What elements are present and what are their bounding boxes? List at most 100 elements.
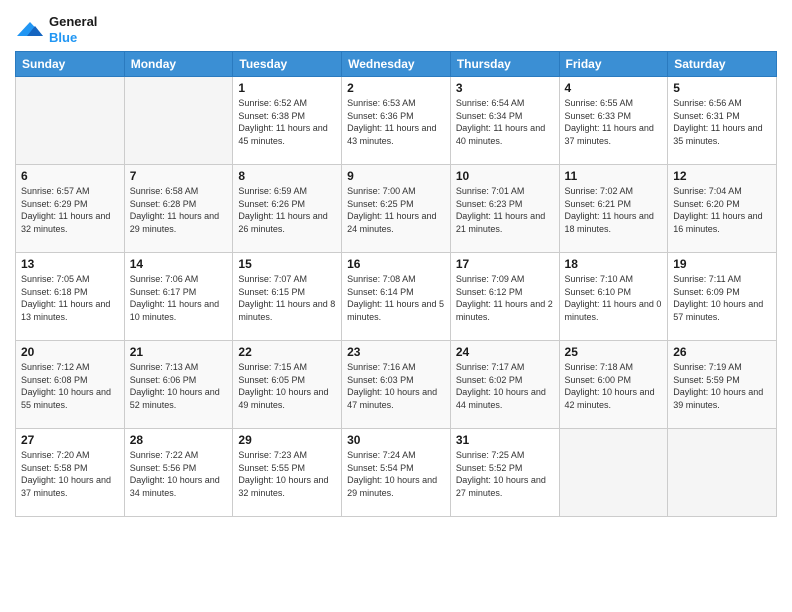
day-number: 3 bbox=[456, 81, 554, 95]
day-number: 28 bbox=[130, 433, 228, 447]
calendar-cell: 3 Sunrise: 6:54 AMSunset: 6:34 PMDaylight… bbox=[450, 77, 559, 165]
day-info: Sunrise: 7:11 AMSunset: 6:09 PMDaylight:… bbox=[673, 273, 771, 323]
calendar-week-4: 20 Sunrise: 7:12 AMSunset: 6:08 PMDayligh… bbox=[16, 341, 777, 429]
day-info: Sunrise: 7:10 AMSunset: 6:10 PMDaylight:… bbox=[565, 273, 663, 323]
calendar-cell: 18 Sunrise: 7:10 AMSunset: 6:10 PMDayligh… bbox=[559, 253, 668, 341]
calendar-cell: 19Sunrise: 7:11 AMSunset: 6:09 PMDayligh… bbox=[668, 253, 777, 341]
day-info: Sunrise: 7:02 AMSunset: 6:21 PMDaylight:… bbox=[565, 185, 663, 235]
calendar-cell bbox=[668, 429, 777, 517]
logo-text: General Blue bbox=[49, 14, 97, 45]
day-number: 21 bbox=[130, 345, 228, 359]
day-number: 30 bbox=[347, 433, 445, 447]
day-info: Sunrise: 7:07 AMSunset: 6:15 PMDaylight:… bbox=[238, 273, 336, 323]
day-info: Sunrise: 6:54 AMSunset: 6:34 PMDaylight:… bbox=[456, 97, 554, 147]
day-info: Sunrise: 6:57 AMSunset: 6:29 PMDaylight:… bbox=[21, 185, 119, 235]
calendar-cell: 30 Sunrise: 7:24 AMSunset: 5:54 PMDayligh… bbox=[342, 429, 451, 517]
calendar-week-3: 13 Sunrise: 7:05 AMSunset: 6:18 PMDayligh… bbox=[16, 253, 777, 341]
day-number: 15 bbox=[238, 257, 336, 271]
day-info: Sunrise: 7:16 AMSunset: 6:03 PMDaylight:… bbox=[347, 361, 445, 411]
logo: General Blue bbox=[15, 14, 97, 45]
day-info: Sunrise: 7:15 AMSunset: 6:05 PMDaylight:… bbox=[238, 361, 336, 411]
day-number: 5 bbox=[673, 81, 771, 95]
day-number: 23 bbox=[347, 345, 445, 359]
calendar-cell: 17 Sunrise: 7:09 AMSunset: 6:12 PMDayligh… bbox=[450, 253, 559, 341]
calendar-cell: 5 Sunrise: 6:56 AMSunset: 6:31 PMDaylight… bbox=[668, 77, 777, 165]
day-info: Sunrise: 7:19 AMSunset: 5:59 PMDaylight:… bbox=[673, 361, 771, 411]
weekday-header-saturday: Saturday bbox=[668, 52, 777, 77]
calendar-week-5: 27Sunrise: 7:20 AMSunset: 5:58 PMDayligh… bbox=[16, 429, 777, 517]
calendar-cell: 6Sunrise: 6:57 AMSunset: 6:29 PMDaylight… bbox=[16, 165, 125, 253]
weekday-header-thursday: Thursday bbox=[450, 52, 559, 77]
day-number: 10 bbox=[456, 169, 554, 183]
day-info: Sunrise: 7:04 AMSunset: 6:20 PMDaylight:… bbox=[673, 185, 771, 235]
calendar-cell: 21 Sunrise: 7:13 AMSunset: 6:06 PMDayligh… bbox=[124, 341, 233, 429]
day-number: 11 bbox=[565, 169, 663, 183]
day-info: Sunrise: 6:53 AMSunset: 6:36 PMDaylight:… bbox=[347, 97, 445, 147]
day-number: 8 bbox=[238, 169, 336, 183]
day-number: 29 bbox=[238, 433, 336, 447]
calendar-week-1: 1 Sunrise: 6:52 AMSunset: 6:38 PMDaylight… bbox=[16, 77, 777, 165]
calendar-week-2: 6Sunrise: 6:57 AMSunset: 6:29 PMDaylight… bbox=[16, 165, 777, 253]
day-info: Sunrise: 6:58 AMSunset: 6:28 PMDaylight:… bbox=[130, 185, 228, 235]
calendar-table: SundayMondayTuesdayWednesdayThursdayFrid… bbox=[15, 51, 777, 517]
day-number: 4 bbox=[565, 81, 663, 95]
day-number: 18 bbox=[565, 257, 663, 271]
weekday-header-row: SundayMondayTuesdayWednesdayThursdayFrid… bbox=[16, 52, 777, 77]
calendar-cell: 12 Sunrise: 7:04 AMSunset: 6:20 PMDayligh… bbox=[668, 165, 777, 253]
day-number: 9 bbox=[347, 169, 445, 183]
day-number: 26 bbox=[673, 345, 771, 359]
weekday-header-monday: Monday bbox=[124, 52, 233, 77]
day-number: 7 bbox=[130, 169, 228, 183]
calendar-cell: 1 Sunrise: 6:52 AMSunset: 6:38 PMDaylight… bbox=[233, 77, 342, 165]
day-info: Sunrise: 7:23 AMSunset: 5:55 PMDaylight:… bbox=[238, 449, 336, 499]
day-number: 1 bbox=[238, 81, 336, 95]
day-info: Sunrise: 6:56 AMSunset: 6:31 PMDaylight:… bbox=[673, 97, 771, 147]
calendar-cell: 15 Sunrise: 7:07 AMSunset: 6:15 PMDayligh… bbox=[233, 253, 342, 341]
day-info: Sunrise: 7:08 AMSunset: 6:14 PMDaylight:… bbox=[347, 273, 445, 323]
day-number: 13 bbox=[21, 257, 119, 271]
day-info: Sunrise: 7:05 AMSunset: 6:18 PMDaylight:… bbox=[21, 273, 119, 323]
day-number: 22 bbox=[238, 345, 336, 359]
calendar-page: General Blue SundayMondayTuesdayWednesda… bbox=[0, 0, 792, 612]
day-number: 17 bbox=[456, 257, 554, 271]
calendar-cell: 10 Sunrise: 7:01 AMSunset: 6:23 PMDayligh… bbox=[450, 165, 559, 253]
day-info: Sunrise: 7:09 AMSunset: 6:12 PMDaylight:… bbox=[456, 273, 554, 323]
calendar-cell: 11 Sunrise: 7:02 AMSunset: 6:21 PMDayligh… bbox=[559, 165, 668, 253]
calendar-cell: 25 Sunrise: 7:18 AMSunset: 6:00 PMDayligh… bbox=[559, 341, 668, 429]
calendar-cell: 23 Sunrise: 7:16 AMSunset: 6:03 PMDayligh… bbox=[342, 341, 451, 429]
weekday-header-tuesday: Tuesday bbox=[233, 52, 342, 77]
calendar-cell: 28Sunrise: 7:22 AMSunset: 5:56 PMDayligh… bbox=[124, 429, 233, 517]
calendar-cell: 13 Sunrise: 7:05 AMSunset: 6:18 PMDayligh… bbox=[16, 253, 125, 341]
day-number: 31 bbox=[456, 433, 554, 447]
calendar-cell bbox=[559, 429, 668, 517]
calendar-cell: 24 Sunrise: 7:17 AMSunset: 6:02 PMDayligh… bbox=[450, 341, 559, 429]
day-info: Sunrise: 7:12 AMSunset: 6:08 PMDaylight:… bbox=[21, 361, 119, 411]
calendar-cell: 20 Sunrise: 7:12 AMSunset: 6:08 PMDayligh… bbox=[16, 341, 125, 429]
calendar-cell: 31 Sunrise: 7:25 AMSunset: 5:52 PMDayligh… bbox=[450, 429, 559, 517]
day-number: 24 bbox=[456, 345, 554, 359]
page-header: General Blue bbox=[15, 10, 777, 45]
day-info: Sunrise: 7:25 AMSunset: 5:52 PMDaylight:… bbox=[456, 449, 554, 499]
day-number: 25 bbox=[565, 345, 663, 359]
logo-icon bbox=[15, 18, 45, 42]
day-info: Sunrise: 7:20 AMSunset: 5:58 PMDaylight:… bbox=[21, 449, 119, 499]
calendar-cell: 4 Sunrise: 6:55 AMSunset: 6:33 PMDaylight… bbox=[559, 77, 668, 165]
day-info: Sunrise: 7:17 AMSunset: 6:02 PMDaylight:… bbox=[456, 361, 554, 411]
day-info: Sunrise: 7:13 AMSunset: 6:06 PMDaylight:… bbox=[130, 361, 228, 411]
day-info: Sunrise: 7:24 AMSunset: 5:54 PMDaylight:… bbox=[347, 449, 445, 499]
calendar-cell: 22 Sunrise: 7:15 AMSunset: 6:05 PMDayligh… bbox=[233, 341, 342, 429]
day-info: Sunrise: 7:18 AMSunset: 6:00 PMDaylight:… bbox=[565, 361, 663, 411]
day-number: 14 bbox=[130, 257, 228, 271]
day-number: 12 bbox=[673, 169, 771, 183]
day-info: Sunrise: 6:52 AMSunset: 6:38 PMDaylight:… bbox=[238, 97, 336, 147]
calendar-cell: 9Sunrise: 7:00 AMSunset: 6:25 PMDaylight… bbox=[342, 165, 451, 253]
day-info: Sunrise: 6:55 AMSunset: 6:33 PMDaylight:… bbox=[565, 97, 663, 147]
calendar-cell bbox=[124, 77, 233, 165]
day-info: Sunrise: 7:01 AMSunset: 6:23 PMDaylight:… bbox=[456, 185, 554, 235]
weekday-header-friday: Friday bbox=[559, 52, 668, 77]
calendar-cell: 14Sunrise: 7:06 AMSunset: 6:17 PMDayligh… bbox=[124, 253, 233, 341]
day-number: 20 bbox=[21, 345, 119, 359]
weekday-header-sunday: Sunday bbox=[16, 52, 125, 77]
day-info: Sunrise: 6:59 AMSunset: 6:26 PMDaylight:… bbox=[238, 185, 336, 235]
day-number: 16 bbox=[347, 257, 445, 271]
